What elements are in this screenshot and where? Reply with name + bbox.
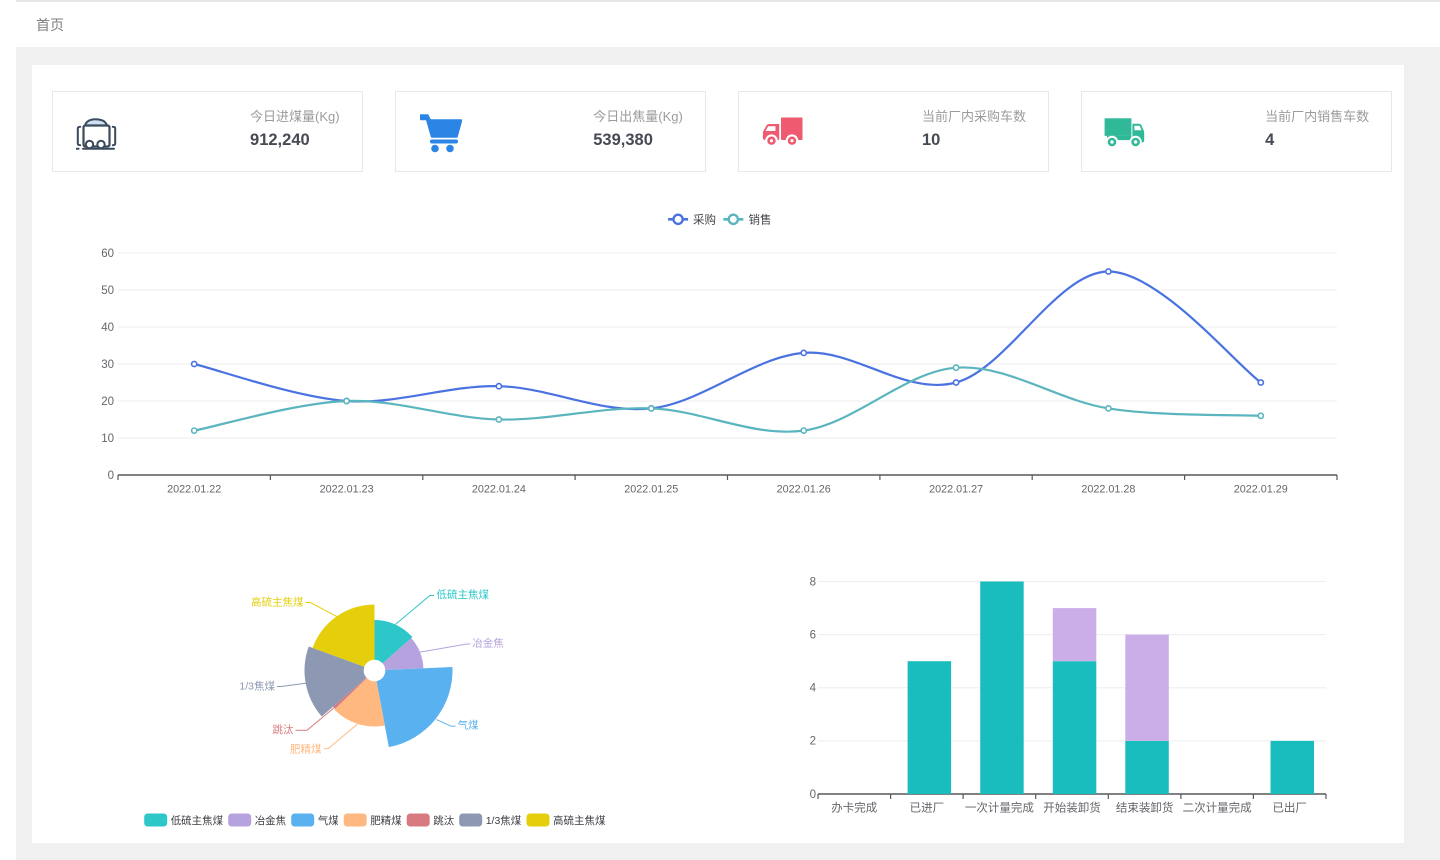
- svg-text:高硫主焦煤: 高硫主焦煤: [553, 814, 606, 827]
- svg-text:50: 50: [101, 285, 114, 297]
- svg-text:0: 0: [810, 789, 816, 801]
- svg-text:2022.01.26: 2022.01.26: [777, 484, 831, 496]
- svg-text:2022.01.27: 2022.01.27: [929, 484, 983, 496]
- svg-text:6: 6: [810, 629, 816, 641]
- svg-text:气煤: 气煤: [458, 719, 479, 732]
- svg-text:2022.01.24: 2022.01.24: [472, 484, 526, 496]
- svg-text:8: 8: [810, 576, 816, 588]
- svg-text:60: 60: [101, 248, 114, 260]
- svg-text:低硫主焦煤: 低硫主焦煤: [437, 588, 490, 601]
- svg-text:结束装卸货: 结束装卸货: [1116, 801, 1174, 815]
- svg-text:跳汰: 跳汰: [273, 723, 294, 736]
- svg-text:40: 40: [101, 322, 114, 334]
- svg-text:肥精煤: 肥精煤: [290, 742, 322, 755]
- svg-text:2022.01.23: 2022.01.23: [320, 484, 374, 496]
- svg-text:10: 10: [101, 433, 114, 445]
- svg-text:二次计量完成: 二次计量完成: [1183, 801, 1252, 815]
- svg-text:2022.01.25: 2022.01.25: [624, 484, 678, 496]
- svg-text:销售: 销售: [749, 212, 772, 226]
- svg-text:冶金焦: 冶金焦: [472, 637, 504, 650]
- svg-text:0: 0: [108, 470, 114, 482]
- svg-text:肥精煤: 肥精煤: [370, 814, 402, 827]
- svg-text:30: 30: [101, 359, 114, 371]
- svg-text:2022.01.28: 2022.01.28: [1081, 484, 1135, 496]
- svg-text:一次计量完成: 一次计量完成: [965, 801, 1034, 815]
- svg-text:2: 2: [810, 736, 816, 748]
- svg-text:跳汰: 跳汰: [433, 814, 454, 827]
- svg-text:高硫主焦煤: 高硫主焦煤: [251, 596, 304, 609]
- svg-text:开始装卸货: 开始装卸货: [1043, 801, 1101, 815]
- svg-text:冶金焦: 冶金焦: [255, 814, 287, 827]
- svg-text:办卡完成: 办卡完成: [831, 801, 877, 815]
- svg-text:1/3焦煤: 1/3焦煤: [239, 680, 275, 693]
- svg-text:4: 4: [810, 683, 817, 695]
- svg-text:已进厂: 已进厂: [910, 802, 945, 815]
- svg-text:2022.01.29: 2022.01.29: [1234, 484, 1288, 496]
- svg-text:1/3焦煤: 1/3焦煤: [486, 814, 522, 827]
- svg-text:气煤: 气煤: [318, 814, 339, 827]
- svg-text:20: 20: [101, 396, 114, 408]
- svg-text:采购: 采购: [693, 212, 716, 226]
- svg-text:低硫主焦煤: 低硫主焦煤: [171, 814, 224, 827]
- svg-text:2022.01.22: 2022.01.22: [167, 484, 221, 496]
- svg-text:已出厂: 已出厂: [1272, 801, 1307, 815]
